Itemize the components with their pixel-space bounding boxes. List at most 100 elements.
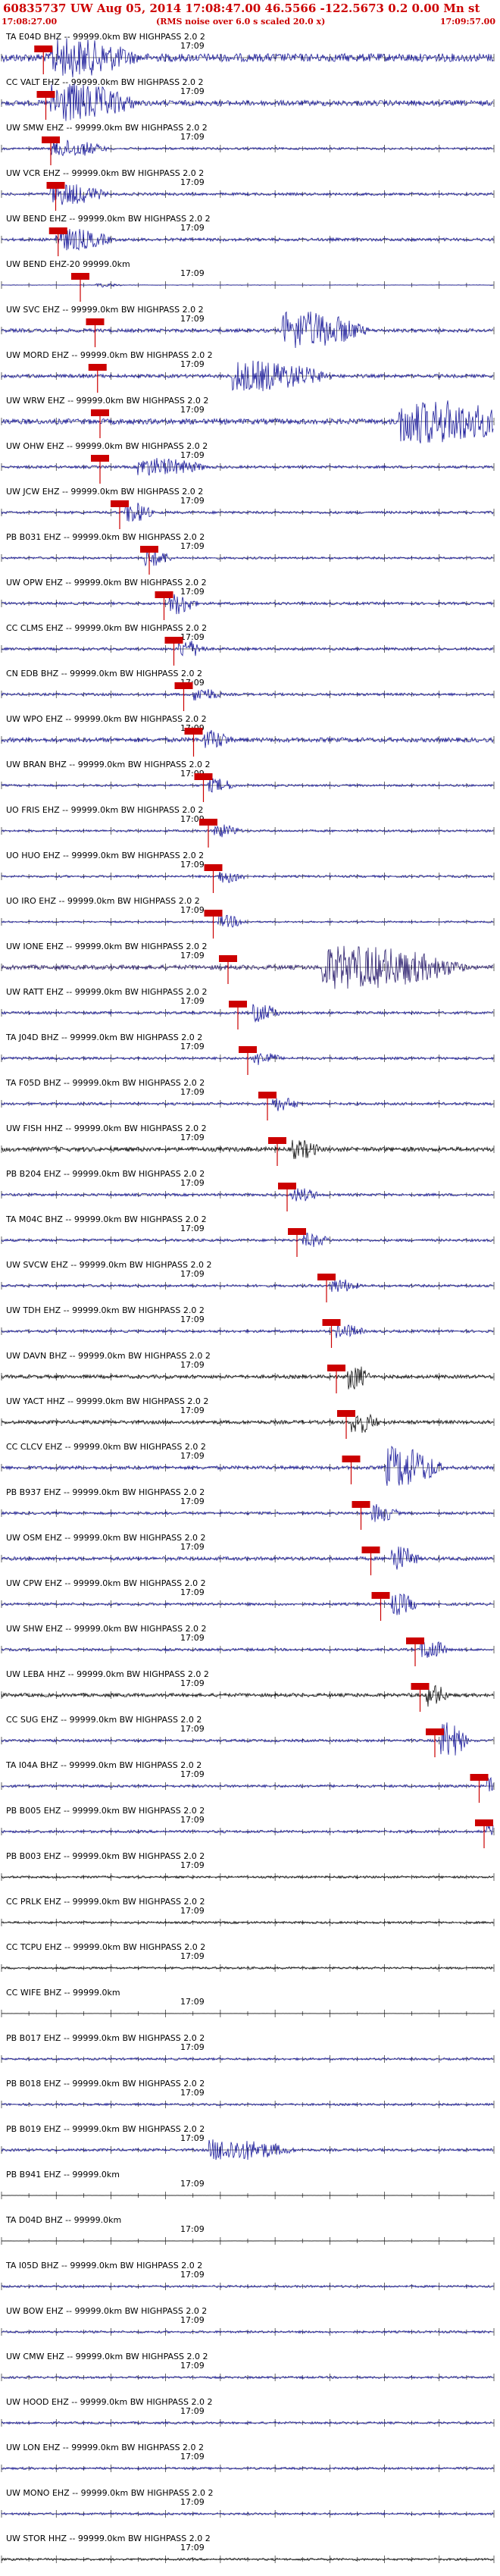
trace-27: TA M04C BHZ -- 99999.0km BW HIGHPASS 2.0… bbox=[1, 1214, 495, 1257]
trace-2: CC VALT EHZ -- 99999.0km BW HIGHPASS 2.0… bbox=[1, 77, 495, 121]
center-tick-label: 17:09 bbox=[180, 860, 205, 870]
waveform bbox=[1, 688, 494, 701]
center-tick-label: 17:09 bbox=[180, 86, 205, 96]
center-tick-label: 17:09 bbox=[180, 2270, 205, 2280]
trace-34: UW OSM EHZ -- 99999.0km BW HIGHPASS 2.0 … bbox=[1, 1533, 495, 1575]
center-tick-label: 17:09 bbox=[180, 268, 205, 278]
pick-marker bbox=[278, 1183, 296, 1189]
trace-label: TA M04C BHZ -- 99999.0km BW HIGHPASS 2.0… bbox=[5, 1214, 207, 1224]
waveform bbox=[1, 1366, 494, 1390]
waveform bbox=[1, 1413, 494, 1434]
trace-label: PB B003 EHZ -- 99999.0km BW HIGHPASS 2.0… bbox=[6, 1851, 205, 1861]
waveform bbox=[1, 1775, 494, 1792]
center-tick-label: 17:09 bbox=[180, 2543, 205, 2552]
center-tick-label: 17:09 bbox=[180, 1133, 205, 1142]
pick-marker bbox=[258, 1092, 277, 1098]
pick-marker bbox=[361, 1547, 380, 1553]
waveform bbox=[1, 1004, 494, 1023]
trace-label: UO FRIS EHZ -- 99999.0km BW HIGHPASS 2.0… bbox=[6, 805, 203, 815]
trace-24: TA F05D BHZ -- 99999.0km BW HIGHPASS 2.0… bbox=[1, 1078, 495, 1120]
trace-label: PB B018 EHZ -- 99999.0km BW HIGHPASS 2.0… bbox=[6, 2079, 205, 2089]
center-tick-label: 17:09 bbox=[180, 405, 205, 415]
pick-marker bbox=[46, 182, 65, 189]
trace-55: UW MONO EHZ -- 99999.0km BW HIGHPASS 2.0… bbox=[1, 2488, 495, 2518]
center-tick-label: 17:09 bbox=[180, 2315, 205, 2325]
seismogram-plot: TA E04D BHZ -- 99999.0km BW HIGHPASS 2.0… bbox=[1, 32, 495, 2563]
center-tick-label: 17:09 bbox=[180, 587, 205, 597]
pick-marker bbox=[184, 728, 203, 735]
trace-3: UW SMW EHZ -- 99999.0km BW HIGHPASS 2.0 … bbox=[1, 123, 495, 165]
trace-label: TA I04A BHZ -- 99999.0km BW HIGHPASS 2.0… bbox=[5, 1760, 202, 1770]
trace-label: CC CLMS EHZ -- 99999.0km BW HIGHPASS 2.0… bbox=[6, 623, 207, 633]
trace-43: CC TCPU EHZ -- 99999.0km BW HIGHPASS 2.0… bbox=[1, 1942, 495, 1972]
center-tick-label: 17:09 bbox=[180, 1678, 205, 1688]
waveform bbox=[1, 1098, 494, 1111]
pick-marker bbox=[337, 1410, 355, 1417]
pick-marker bbox=[426, 1728, 444, 1735]
trace-label: PB B017 EHZ -- 99999.0km BW HIGHPASS 2.0… bbox=[6, 2033, 205, 2043]
waveform bbox=[1, 1966, 494, 1970]
trace-50: TA I05D BHZ -- 99999.0km BW HIGHPASS 2.0… bbox=[1, 2261, 495, 2290]
pick-marker bbox=[352, 1501, 370, 1508]
trace-label: UW WRW EHZ -- 99999.0km BW HIGHPASS 2.0 … bbox=[6, 396, 208, 406]
center-tick-label: 17:09 bbox=[180, 1315, 205, 1324]
trace-label: CC CLCV EHZ -- 99999.0km BW HIGHPASS 2.0… bbox=[6, 1442, 206, 1452]
waveform bbox=[1, 1446, 494, 1486]
center-tick-label: 17:09 bbox=[180, 2042, 205, 2052]
trace-label: UW JCW EHZ -- 99999.0km BW HIGHPASS 2.0 … bbox=[6, 487, 203, 497]
pick-marker bbox=[86, 318, 105, 325]
center-tick-label: 17:09 bbox=[180, 1406, 205, 1415]
waveform bbox=[1, 1823, 494, 1835]
trace-29: UW TDH EHZ -- 99999.0km BW HIGHPASS 2.0 … bbox=[1, 1305, 495, 1348]
trace-label: UW SVC EHZ -- 99999.0km BW HIGHPASS 2.0 … bbox=[6, 305, 204, 315]
trace-22: UW RATT EHZ -- 99999.0km BW HIGHPASS 2.0… bbox=[1, 987, 495, 1029]
trace-47: PB B019 EHZ -- 99999.0km BW HIGHPASS 2.0… bbox=[1, 2124, 495, 2161]
trace-53: UW HOOD EHZ -- 99999.0km BW HIGHPASS 2.0… bbox=[1, 2397, 495, 2427]
trace-39: TA I04A BHZ -- 99999.0km BW HIGHPASS 2.0… bbox=[1, 1760, 495, 1803]
pick-marker bbox=[268, 1137, 286, 1144]
trace-label: TA I05D BHZ -- 99999.0km BW HIGHPASS 2.0… bbox=[5, 2261, 202, 2270]
trace-41: PB B003 EHZ -- 99999.0km BW HIGHPASS 2.0… bbox=[1, 1851, 495, 1881]
trace-56: UW STOR HHZ -- 99999.0km BW HIGHPASS 2.0… bbox=[1, 2534, 495, 2563]
pick-marker bbox=[111, 500, 129, 507]
center-tick-label: 17:09 bbox=[180, 2224, 205, 2234]
pick-marker bbox=[371, 1592, 390, 1599]
pick-marker bbox=[229, 1001, 247, 1008]
center-tick-label: 17:09 bbox=[180, 1224, 205, 1233]
trace-49: TA D04D BHZ -- 99999.0km 17:09 bbox=[1, 2215, 495, 2245]
center-tick-label: 17:09 bbox=[180, 1997, 205, 2007]
trace-label: PB B204 EHZ -- 99999.0km BW HIGHPASS 2.0… bbox=[6, 1169, 205, 1179]
trace-44: CC WIFE BHZ -- 99999.0km 17:09 bbox=[1, 1988, 495, 2017]
trace-33: PB B937 EHZ -- 99999.0km BW HIGHPASS 2.0… bbox=[1, 1487, 495, 1530]
trace-25: UW FISH HHZ -- 99999.0km BW HIGHPASS 2.0… bbox=[1, 1123, 495, 1166]
pick-marker bbox=[91, 409, 109, 416]
trace-20: UO IRO EHZ -- 99999.0km BW HIGHPASS 2.0 … bbox=[1, 896, 495, 939]
waveform bbox=[1, 914, 494, 928]
trace-37: UW LEBA HHZ -- 99999.0km BW HIGHPASS 2.0… bbox=[1, 1669, 495, 1712]
waveform bbox=[1, 400, 494, 443]
trace-label: UO IRO EHZ -- 99999.0km BW HIGHPASS 2.0 … bbox=[6, 896, 200, 906]
trace-label: UW OPW EHZ -- 99999.0km BW HIGHPASS 2.0 … bbox=[6, 578, 207, 588]
trace-23: TA J04D BHZ -- 99999.0km BW HIGHPASS 2.0… bbox=[1, 1033, 495, 1075]
trace-label: UW TDH EHZ -- 99999.0km BW HIGHPASS 2.0 … bbox=[6, 1305, 205, 1315]
trace-19: UO HUO EHZ -- 99999.0km BW HIGHPASS 2.0 … bbox=[1, 851, 495, 893]
center-tick-label: 17:09 bbox=[180, 1042, 205, 1051]
center-tick-label: 17:09 bbox=[180, 2133, 205, 2143]
trace-label: UW WPO EHZ -- 99999.0km BW HIGHPASS 2.0 … bbox=[6, 714, 207, 724]
trace-4: UW VCR EHZ -- 99999.0km BW HIGHPASS 2.0 … bbox=[1, 168, 495, 211]
waveform bbox=[1, 360, 494, 392]
pick-marker bbox=[155, 591, 173, 598]
pick-marker bbox=[342, 1456, 361, 1462]
center-tick-label: 17:09 bbox=[180, 1860, 205, 1870]
center-tick-label: 17:09 bbox=[180, 2452, 205, 2462]
trace-40: PB B005 EHZ -- 99999.0km BW HIGHPASS 2.0… bbox=[1, 1806, 495, 1848]
pick-marker bbox=[199, 819, 217, 826]
pick-marker bbox=[140, 546, 158, 553]
center-tick-label: 17:09 bbox=[180, 2088, 205, 2098]
pick-marker bbox=[164, 637, 183, 644]
trace-label: UW LON EHZ -- 99999.0km BW HIGHPASS 2.0 … bbox=[6, 2443, 204, 2452]
trace-45: PB B017 EHZ -- 99999.0km BW HIGHPASS 2.0… bbox=[1, 2033, 495, 2063]
pick-marker bbox=[406, 1637, 424, 1644]
trace-label: UW SMW EHZ -- 99999.0km BW HIGHPASS 2.0 … bbox=[6, 123, 208, 133]
trace-48: PB B941 EHZ -- 99999.0km 17:09 bbox=[1, 2170, 495, 2199]
